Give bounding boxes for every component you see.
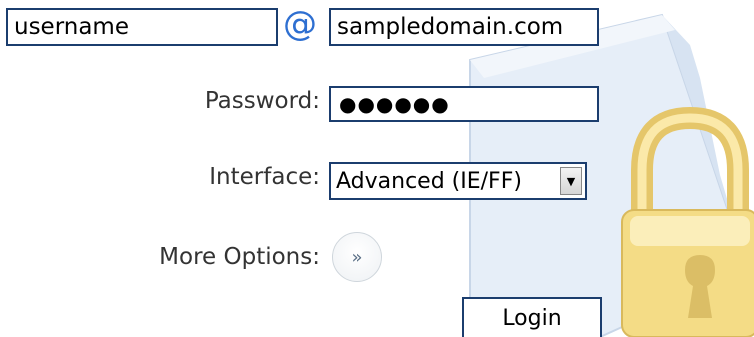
more-options-label: More Options: [159, 244, 320, 270]
interface-selected-value: Advanced (IE/FF) [336, 168, 522, 194]
password-mask: ●●●●●● [339, 92, 450, 116]
username-field[interactable]: username [6, 8, 278, 46]
login-button[interactable]: Login [462, 297, 602, 337]
domain-value: sampledomain.com [337, 13, 564, 40]
interface-label: Interface: [209, 164, 320, 190]
domain-field[interactable]: sampledomain.com [329, 8, 599, 46]
password-label: Password: [204, 88, 320, 114]
double-chevron-right-icon: » [351, 246, 363, 268]
arrow-down-icon[interactable]: ▼ [560, 167, 582, 195]
at-sign: @ [283, 4, 317, 44]
more-options-button[interactable]: » [332, 232, 382, 282]
padlock-icon [621, 106, 754, 337]
password-field[interactable]: ●●●●●● [329, 86, 599, 122]
username-value: username [14, 13, 129, 40]
interface-select[interactable]: Advanced (IE/FF) ▼ [329, 162, 587, 200]
